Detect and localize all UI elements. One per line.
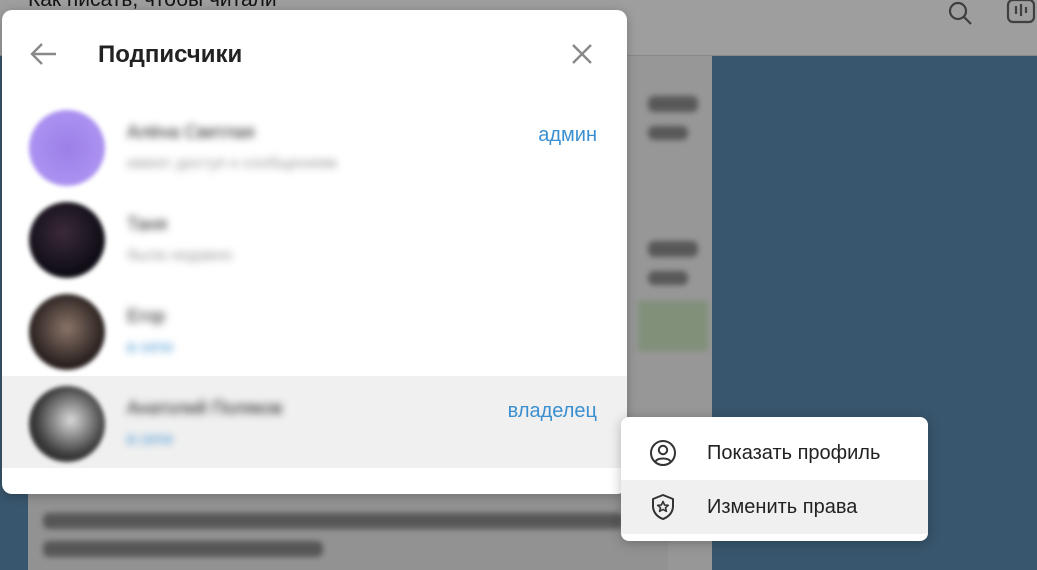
member-status: имеет доступ к сообщениям <box>127 155 337 172</box>
context-menu: Показать профиль Изменить права <box>621 417 928 541</box>
member-role: владелец <box>507 400 597 422</box>
profile-icon <box>650 440 676 466</box>
member-row[interactable]: Таня была недавно <box>2 192 627 284</box>
member-row[interactable]: Егор в сети <box>2 284 627 376</box>
edit-rights-menu-item[interactable]: Изменить права <box>621 480 928 534</box>
member-name: Егор <box>127 306 166 326</box>
member-status: была недавно <box>127 247 233 264</box>
member-row[interactable]: Алёна Светлая имеет доступ к сообщениям … <box>2 100 627 192</box>
member-name: Алёна Светлая <box>127 122 255 142</box>
dialog-header: Подписчики <box>2 10 627 100</box>
member-name: Анатолий Поляков <box>127 398 283 418</box>
back-arrow-icon[interactable] <box>26 36 62 72</box>
menu-item-label: Изменить права <box>707 496 858 518</box>
member-status: в сети <box>127 339 173 356</box>
member-row[interactable]: Анатолий Поляков в сети владелец <box>2 376 627 468</box>
avatar <box>29 294 105 370</box>
dialog-title: Подписчики <box>98 41 243 68</box>
subscribers-dialog: Подписчики Алёна Светлая имеет доступ к … <box>2 10 627 494</box>
member-status: в сети <box>127 431 173 448</box>
show-profile-menu-item[interactable]: Показать профиль <box>621 426 928 480</box>
member-role: админ <box>538 124 597 146</box>
avatar <box>29 202 105 278</box>
close-icon[interactable] <box>564 36 600 72</box>
shield-star-icon <box>652 494 674 520</box>
avatar <box>29 386 105 462</box>
menu-item-label: Показать профиль <box>707 442 881 464</box>
member-name: Таня <box>127 214 167 234</box>
avatar <box>29 110 105 186</box>
